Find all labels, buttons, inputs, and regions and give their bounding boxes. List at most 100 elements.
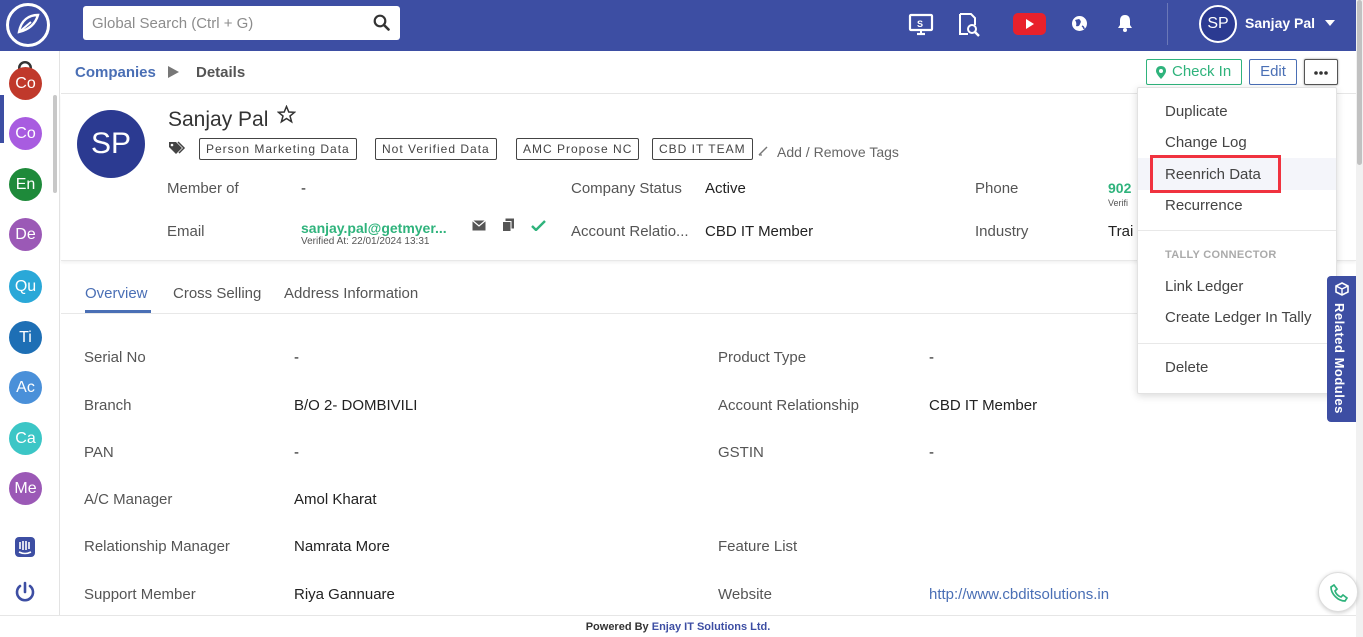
tab-overview[interactable]: Overview [85,285,148,302]
power-icon[interactable] [14,581,36,603]
menu-item-delete[interactable]: Delete [1165,359,1208,376]
website-label: Website [718,586,772,603]
global-search-input[interactable] [83,6,363,40]
account-relationship-value: CBD IT Member [705,223,814,240]
phone-value-link[interactable]: 902 [1108,180,1131,196]
user-name[interactable]: Sanjay Pal [1245,15,1315,31]
sidebar-module-2[interactable]: En [9,168,42,201]
sidebar-module-3[interactable]: De [9,218,42,251]
website-link[interactable]: http://www.cbditsolutions.in [929,586,1109,603]
intercom-chat-icon[interactable] [14,536,36,558]
tags-icon [169,141,186,154]
sidebar-module-0[interactable]: Co [9,67,42,100]
relationship-manager-label: Relationship Manager [84,538,230,555]
menu-divider [1138,343,1336,344]
sidebar-module-6[interactable]: Ac [9,371,42,404]
support-member-value: Riya Gannuare [294,586,395,603]
search-icon[interactable] [373,14,390,31]
phone-call-button[interactable] [1318,572,1358,612]
envelope-icon[interactable] [472,220,486,231]
phone-label: Phone [975,180,1019,197]
relationship-manager-value: Namrata More [294,538,390,555]
globe-icon[interactable] [1071,15,1088,32]
menu-item-create-ledger-in-tally[interactable]: Create Ledger In Tally [1165,309,1311,326]
company-status-label: Company Status [571,180,682,197]
member-of-value: - [301,180,306,197]
support-member-label: Support Member [84,586,196,603]
svg-text:S: S [917,19,923,29]
module-sidebar: Co Co En De Qu Ti Ac Ca Me [0,51,60,637]
breadcrumb-companies-link[interactable]: Companies [75,64,156,81]
tab-cross-selling[interactable]: Cross Selling [173,285,261,302]
phone-verified-text: Verifi [1108,198,1129,208]
sidebar-module-8[interactable]: Me [9,472,42,505]
top-navbar: S SP Sanjay Pal [0,0,1356,51]
branch-label: Branch [84,397,132,414]
edit-button[interactable]: Edit [1249,59,1297,85]
more-actions-button[interactable] [1304,59,1338,85]
serial-no-label: Serial No [84,349,146,366]
document-search-icon[interactable] [957,12,981,38]
pencil-icon[interactable] [758,146,768,156]
tag-chip[interactable]: AMC Propose NC [516,138,640,160]
tag-chip[interactable]: CBD IT TEAM [652,138,753,160]
email-verified-text: Verified At: 22/01/2024 13:31 [301,236,430,247]
menu-section-tally-connector: TALLY CONNECTOR [1165,249,1277,261]
tag-chip[interactable]: Not Verified Data [375,138,497,160]
check-in-button[interactable]: Check In [1146,59,1242,85]
sidebar-module-5[interactable]: Ti [9,321,42,354]
related-modules-label: Related Modules [1332,303,1347,414]
add-remove-tags-link[interactable]: Add / Remove Tags [777,144,899,160]
member-of-label: Member of [167,180,239,197]
sidebar-module-4[interactable]: Qu [9,270,42,303]
chevron-down-icon[interactable] [1325,20,1335,26]
monitor-icon[interactable]: S [908,13,934,37]
email-value-link[interactable]: sanjay.pal@getmyer... [301,220,447,236]
record-avatar: SP [77,110,145,178]
footer-brand-link[interactable]: Enjay IT Solutions Ltd. [652,621,771,633]
page-scrollbar-thumb[interactable] [1357,0,1362,165]
pan-label: PAN [84,444,114,461]
menu-item-recurrence[interactable]: Recurrence [1165,197,1243,214]
copy-icon[interactable] [502,218,515,232]
star-icon[interactable] [277,105,296,124]
gstin-label: GSTIN [718,444,764,461]
cube-icon [1335,282,1349,296]
more-actions-menu: Duplicate Change Log Reenrich Data Recur… [1137,87,1337,394]
more-dots-icon [1314,71,1328,75]
tab-address-information[interactable]: Address Information [284,285,418,302]
youtube-icon[interactable] [1013,13,1046,35]
active-tab-indicator [85,310,151,313]
sidebar-module-1[interactable]: Co [9,117,42,150]
pan-value: - [294,444,299,461]
menu-item-change-log[interactable]: Change Log [1165,134,1247,151]
ac-manager-label: A/C Manager [84,491,173,508]
tag-chip[interactable]: Person Marketing Data [199,138,357,160]
map-pin-icon [1156,66,1166,79]
email-label: Email [167,223,205,240]
active-module-indicator [0,95,4,143]
global-search [83,6,400,40]
check-in-label: Check In [1172,63,1232,80]
account-relationship-detail-value: CBD IT Member [929,397,1038,414]
feature-list-label: Feature List [718,538,798,555]
bell-icon[interactable] [1117,14,1133,32]
app-logo[interactable] [6,3,50,47]
verified-check-icon [531,220,546,231]
highlight-box [1150,155,1281,193]
user-avatar[interactable]: SP [1199,5,1237,43]
product-type-value: - [929,349,934,366]
leaf-logo-icon [17,13,40,34]
menu-item-duplicate[interactable]: Duplicate [1165,103,1228,120]
breadcrumb-details: Details [196,64,246,81]
sidebar-scrollbar[interactable] [53,95,57,193]
menu-divider [1138,230,1336,231]
ac-manager-value: Amol Kharat [294,491,377,508]
industry-value: Trai [1108,223,1134,240]
related-modules-tab[interactable]: Related Modules [1327,276,1356,422]
company-status-value: Active [705,180,746,197]
industry-label: Industry [975,223,1029,240]
menu-item-link-ledger[interactable]: Link Ledger [1165,278,1243,295]
sidebar-module-7[interactable]: Ca [9,422,42,455]
account-relationship-detail-label: Account Relationship [718,397,859,414]
